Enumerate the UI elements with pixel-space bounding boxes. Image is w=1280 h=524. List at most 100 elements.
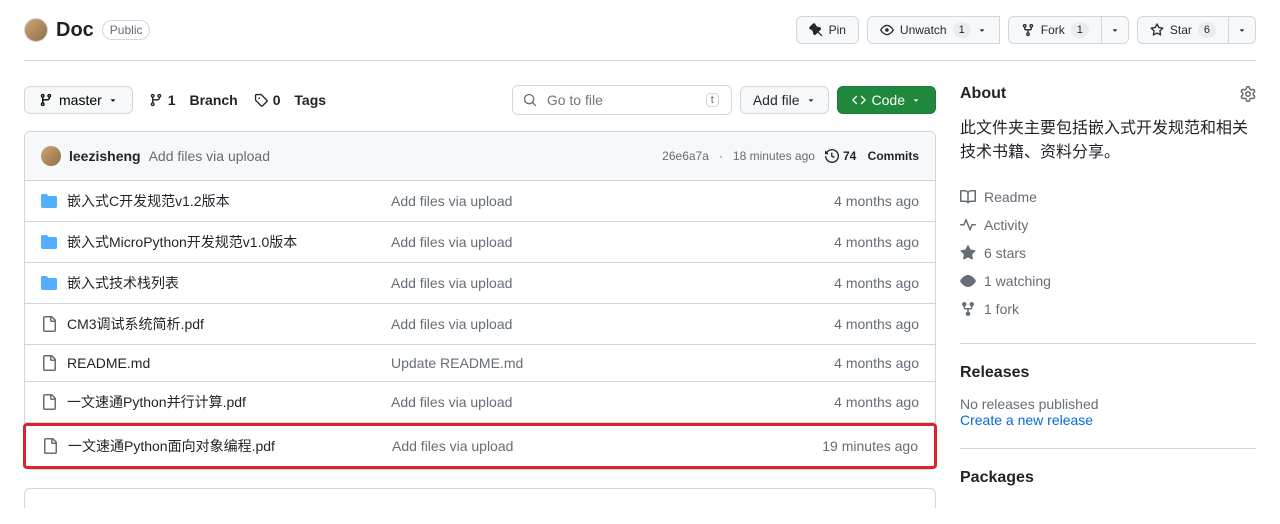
file-listing: leezisheng Add files via upload 26e6a7a … (24, 131, 936, 470)
highlighted-file-row: 一文速通Python面向对象编程.pdf Add files via upload… (23, 423, 937, 469)
file-row: 嵌入式技术栈列表 Add files via upload4 months ago (25, 263, 935, 304)
branches-link[interactable]: 1 Branch (149, 92, 238, 108)
file-icon (42, 438, 58, 454)
commit-sha[interactable]: 26e6a7a (662, 149, 709, 163)
create-release-link[interactable]: Create a new release (960, 412, 1093, 428)
caret-down-icon (806, 95, 816, 105)
activity-link[interactable]: Activity (960, 211, 1256, 239)
file-name[interactable]: 嵌入式技术栈列表 (67, 273, 179, 293)
star-count: 6 (1198, 22, 1216, 38)
search-kbd: t (706, 93, 719, 107)
about-heading: About (960, 85, 1256, 103)
branch-selector[interactable]: master (24, 86, 133, 114)
file-row: 嵌入式MicroPython开发规范v1.0版本 Add files via up… (25, 222, 935, 263)
file-row: 嵌入式C开发规范v1.2版本 Add files via upload4 mont… (25, 181, 935, 222)
star-label: Star (1170, 23, 1192, 37)
stars-link[interactable]: 6 stars (960, 239, 1256, 267)
code-button[interactable]: Code (837, 86, 936, 114)
commits-link[interactable]: 74 Commits (825, 149, 919, 163)
fork-button[interactable]: Fork 1 (1008, 16, 1102, 44)
file-commit-msg[interactable]: Add files via upload (392, 438, 822, 454)
file-commit-msg[interactable]: Add files via upload (391, 193, 834, 209)
star-button[interactable]: Star 6 (1137, 16, 1229, 44)
go-to-file-search[interactable]: t (512, 85, 732, 115)
history-icon (825, 149, 839, 163)
search-icon (523, 93, 537, 107)
file-commit-msg[interactable]: Update README.md (391, 355, 834, 371)
fork-dropdown[interactable] (1102, 16, 1129, 44)
folder-icon (41, 193, 57, 209)
file-icon (41, 394, 57, 410)
file-row: 一文速通Python并行计算.pdfAdd files via upload4 … (25, 382, 935, 423)
star-icon (960, 245, 976, 261)
file-commit-msg[interactable]: Add files via upload (391, 394, 834, 410)
tags-link[interactable]: 0 Tags (254, 92, 326, 108)
no-releases-text: No releases published (960, 396, 1256, 412)
star-icon (1150, 23, 1164, 37)
caret-down-icon (977, 25, 987, 35)
folder-icon (41, 275, 57, 291)
star-dropdown[interactable] (1229, 16, 1256, 44)
file-icon (41, 316, 57, 332)
file-row: README.md Update README.md4 months ago (25, 345, 935, 382)
fork-icon (1021, 23, 1035, 37)
commit-author[interactable]: leezisheng (69, 148, 141, 164)
fork-icon (960, 301, 976, 317)
eye-icon (880, 23, 894, 37)
file-row: 一文速通Python面向对象编程.pdf Add files via upload… (26, 426, 934, 466)
caret-down-icon (108, 95, 118, 105)
branch-count: 1 (168, 92, 176, 108)
code-icon (852, 93, 866, 107)
file-row: CM3调试系统简析.pdf Add files via upload4 month… (25, 304, 935, 345)
file-time: 4 months ago (834, 193, 919, 209)
visibility-badge: Public (102, 20, 151, 40)
author-avatar[interactable] (41, 146, 61, 166)
owner-avatar[interactable] (24, 18, 48, 42)
pin-icon (809, 23, 823, 37)
file-name[interactable]: README.md (67, 355, 150, 371)
forks-link[interactable]: 1 fork (960, 295, 1256, 323)
file-name[interactable]: 嵌入式MicroPython开发规范v1.0版本 (67, 232, 297, 252)
readme-box-top (24, 488, 936, 508)
file-name[interactable]: CM3调试系统简析.pdf (67, 314, 204, 334)
tag-count: 0 (273, 92, 281, 108)
repo-header: Doc Public Pin Unwatch 1 Fork 1 (24, 16, 1256, 61)
repo-name[interactable]: Doc (56, 19, 94, 42)
folder-icon (41, 234, 57, 250)
file-time: 4 months ago (834, 316, 919, 332)
branch-icon (39, 93, 53, 107)
branch-icon (149, 93, 163, 107)
action-bar: master 1 Branch 0 Tags t Add file (24, 85, 936, 115)
file-commit-msg[interactable]: Add files via upload (391, 275, 834, 291)
watching-link[interactable]: 1 watching (960, 267, 1256, 295)
search-input[interactable] (545, 91, 706, 109)
add-file-button[interactable]: Add file (740, 86, 829, 114)
file-commit-msg[interactable]: Add files via upload (391, 316, 834, 332)
readme-link[interactable]: Readme (960, 183, 1256, 211)
file-time: 4 months ago (834, 355, 919, 371)
fork-label: Fork (1041, 23, 1065, 37)
file-name[interactable]: 一文速通Python面向对象编程.pdf (68, 436, 275, 456)
pin-label: Pin (829, 23, 846, 37)
commit-header: leezisheng Add files via upload 26e6a7a … (25, 132, 935, 181)
eye-icon (960, 273, 976, 289)
pulse-icon (960, 217, 976, 233)
gear-icon[interactable] (1240, 86, 1256, 102)
file-commit-msg[interactable]: Add files via upload (391, 234, 834, 250)
commit-message[interactable]: Add files via upload (149, 148, 270, 164)
about-description: 此文件夹主要包括嵌入式开发规范和相关技术书籍、资料分享。 (960, 117, 1256, 165)
watch-count: 1 (953, 22, 971, 38)
commit-time: 18 minutes ago (733, 149, 815, 163)
file-time: 19 minutes ago (822, 438, 918, 454)
caret-down-icon (911, 95, 921, 105)
file-time: 4 months ago (834, 275, 919, 291)
caret-down-icon (1237, 25, 1247, 35)
caret-down-icon (1110, 25, 1120, 35)
pin-button[interactable]: Pin (796, 16, 859, 44)
file-name[interactable]: 嵌入式C开发规范v1.2版本 (67, 191, 230, 211)
watch-button[interactable]: Unwatch 1 (867, 16, 1000, 44)
watch-label: Unwatch (900, 23, 947, 37)
branch-name: master (59, 92, 102, 108)
file-name[interactable]: 一文速通Python并行计算.pdf (67, 392, 246, 412)
book-icon (960, 189, 976, 205)
